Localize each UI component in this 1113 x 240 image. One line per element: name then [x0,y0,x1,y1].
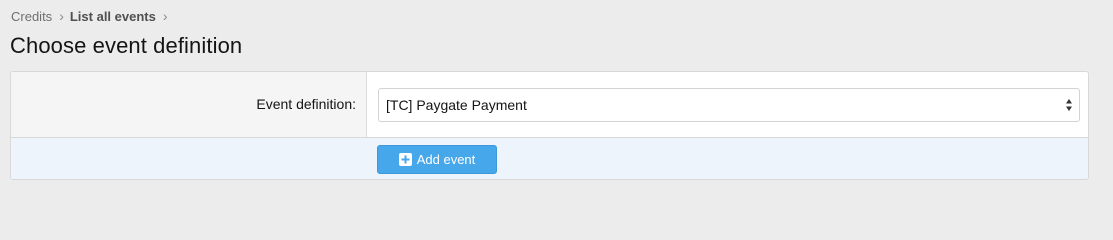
chevron-right-icon: › [59,8,64,24]
form-row-event-definition: Event definition: [TC] Paygate Payment [11,72,1088,138]
event-definition-label: Event definition: [256,96,356,112]
breadcrumb: Credits › List all events › [11,6,174,26]
page-title: Choose event definition [10,33,243,58]
event-definition-selected-value: [TC] Paygate Payment [386,97,527,113]
add-event-button[interactable]: Add event [377,145,497,174]
event-definition-form: Event definition: [TC] Paygate Payment A… [10,71,1089,180]
form-row-label-cell: Event definition: [11,72,367,137]
select-arrows-icon [1066,99,1072,111]
add-event-button-label: Add event [416,152,476,167]
event-definition-select[interactable]: [TC] Paygate Payment [378,88,1080,122]
chevron-right-icon: › [162,8,168,24]
form-submit-row: Add event [11,138,1088,179]
breadcrumb-item-credits[interactable]: Credits [11,9,52,24]
breadcrumb-item-list-all-events[interactable]: List all events [70,9,156,24]
plus-square-icon [398,153,412,166]
